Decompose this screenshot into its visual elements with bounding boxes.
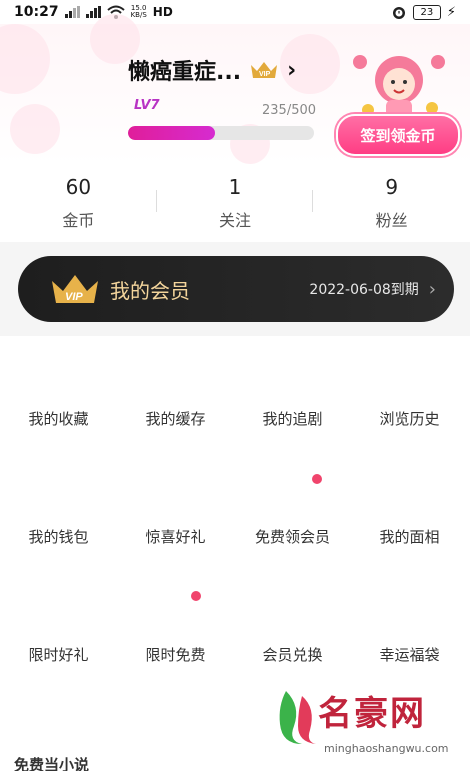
stat-followers[interactable]: 9 粉丝: [313, 168, 470, 238]
grid-item-following-shows[interactable]: 我的追剧: [234, 388, 351, 448]
grid-item-history[interactable]: 浏览历史: [351, 388, 468, 448]
vip-section: VIP 我的会员 2022-06-08到期 ›: [0, 242, 470, 336]
stat-label: 粉丝: [375, 211, 408, 230]
exp-progress-bar: [128, 126, 314, 140]
stat-value: 9: [385, 175, 399, 199]
profile-header: 懒癌重症... VIP › LV7 235/500 签到领金币: [0, 14, 470, 164]
battery-indicator: 23: [412, 4, 441, 20]
net-speed: 15.0 KB/S: [130, 4, 147, 19]
grid-item-free-vip[interactable]: 免费领会员: [234, 506, 351, 566]
grid-item-face-reading[interactable]: 我的面相: [351, 506, 468, 566]
status-time: 10:27: [14, 4, 59, 20]
grid-item-limited-free[interactable]: 限时免费: [117, 624, 234, 684]
stat-coins[interactable]: 60 金币: [0, 168, 157, 238]
signal-icon-2: [85, 6, 101, 18]
exp-progress-text: 235/500: [262, 103, 317, 118]
grid-item-vip-redeem[interactable]: 会员兑换: [234, 624, 351, 684]
grid-item-lucky-bag[interactable]: 幸运福袋: [351, 624, 468, 684]
username: 懒癌重症...: [128, 60, 242, 85]
vip-membership-card[interactable]: VIP 我的会员 2022-06-08到期 ›: [18, 256, 454, 322]
status-bar: 10:27 15.0 KB/S HD 23 ⚡: [0, 0, 470, 24]
stat-label: 金币: [62, 211, 95, 230]
exp-progress-fill: [128, 126, 216, 140]
stat-value: 1: [228, 175, 242, 199]
charging-icon: ⚡: [446, 4, 456, 20]
watermark-logo-icon: [279, 691, 316, 744]
watermark: 名豪网 minghaoshangwu.com: [276, 686, 462, 766]
vip-crown-icon: VIP: [251, 62, 278, 78]
svg-text:VIP: VIP: [259, 71, 271, 78]
stat-following[interactable]: 1 关注: [157, 168, 314, 238]
grid-item-favorites[interactable]: 我的收藏: [0, 388, 117, 448]
grid-item-cache[interactable]: 我的缓存: [117, 388, 234, 448]
feature-grid: 我的收藏 我的缓存 我的追剧 浏览历史 我的钱包 惊喜好礼 免费领会员 我的面相…: [0, 336, 470, 716]
watermark-url: minghaoshangwu.com: [324, 742, 449, 755]
notification-dot: [312, 474, 322, 484]
notification-dot: [191, 591, 201, 601]
svg-text:VIP: VIP: [65, 291, 83, 303]
chevron-right-icon: ›: [287, 57, 297, 83]
stats-row: 60 金币 1 关注 9 粉丝: [0, 168, 470, 238]
signal-icon: [64, 6, 80, 18]
watermark-text: 名豪网: [318, 694, 426, 734]
chevron-right-icon: ›: [428, 278, 436, 300]
level-badge: LV7: [134, 98, 160, 113]
vip-expiry: 2022-06-08到期: [309, 282, 419, 298]
profile-page: 10:27 15.0 KB/S HD 23 ⚡ 懒癌重症... VIP › LV…: [0, 0, 470, 771]
vip-crown-icon: VIP: [52, 275, 98, 303]
grid-item-surprise-gift[interactable]: 惊喜好礼: [117, 506, 234, 566]
username-row[interactable]: 懒癌重症... VIP ›: [128, 54, 296, 86]
signin-button[interactable]: 签到领金币: [336, 114, 460, 156]
stat-label: 关注: [219, 211, 252, 230]
section-title: 免费当小说: [14, 756, 90, 771]
stat-value: 60: [65, 175, 92, 199]
alarm-icon: [392, 7, 405, 19]
grid-item-limited-gift[interactable]: 限时好礼: [0, 624, 117, 684]
network-type: HD: [152, 5, 173, 19]
vip-title: 我的会员: [110, 278, 190, 303]
grid-item-wallet[interactable]: 我的钱包: [0, 506, 117, 566]
